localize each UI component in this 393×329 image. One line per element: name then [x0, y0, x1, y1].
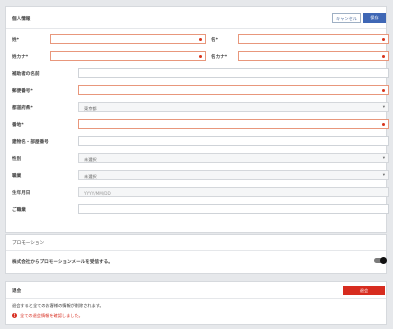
- postal-code-input[interactable]: [78, 85, 389, 95]
- save-button[interactable]: 保存: [363, 13, 386, 23]
- divider: [6, 28, 386, 29]
- required-dot-icon: [382, 38, 385, 41]
- chevron-down-icon: ▾: [382, 173, 385, 178]
- required-dot-icon: [382, 55, 385, 58]
- company-name-label: 補助者の名前: [12, 72, 40, 77]
- warning-icon: !: [12, 313, 17, 318]
- remarks-label: ご職業: [12, 208, 26, 213]
- promotion-toggle[interactable]: [374, 257, 387, 264]
- required-dot-icon: [382, 89, 385, 92]
- required-dot-icon: [199, 55, 202, 58]
- last-name-input[interactable]: [50, 34, 206, 44]
- delete-account-button[interactable]: 退会: [343, 286, 385, 295]
- gender-value: 未選択: [84, 156, 97, 162]
- last-kana-input[interactable]: [50, 51, 206, 61]
- occupation-value: 未選択: [84, 173, 97, 179]
- first-kana-label: 名カナ*: [211, 55, 228, 60]
- toggle-knob: [380, 257, 387, 264]
- occupation-label: 職業: [12, 174, 22, 179]
- prefecture-label: 都道府県*: [12, 106, 33, 111]
- company-name-input[interactable]: [78, 68, 389, 78]
- delete-warning: 全ての退会情報を確認しました。: [20, 313, 83, 318]
- delete-note: 退会すると全てのお客様の情報が削除されます。: [12, 303, 104, 308]
- chevron-down-icon: ▾: [382, 156, 385, 161]
- required-dot-icon: [382, 123, 385, 126]
- birthday-label: 生年月日: [12, 191, 31, 196]
- cancel-button[interactable]: キャンセル: [332, 13, 361, 23]
- gender-label: 性別: [12, 157, 22, 162]
- prefecture-select[interactable]: 東京都 ▾: [78, 102, 389, 112]
- address-label: 番地*: [12, 123, 24, 128]
- personal-info-title: 個人情報: [12, 17, 31, 22]
- promotion-text: 株式会社からプロモーションメールを受信する。: [12, 260, 113, 265]
- first-name-input[interactable]: [238, 34, 389, 44]
- delete-account-card: 退会 退会 退会すると全てのお客様の情報が削除されます。 ! 全ての退会情報を確…: [5, 281, 387, 325]
- chevron-down-icon: ▾: [382, 105, 385, 110]
- occupation-select[interactable]: 未選択 ▾: [78, 170, 389, 180]
- first-kana-input[interactable]: [238, 51, 389, 61]
- building-room-label: 建物名・部屋番号: [12, 140, 49, 145]
- promotion-title: プロモーション: [12, 241, 45, 246]
- personal-info-card: 個人情報 キャンセル 保存 姓* 名* 姓カナ* 名カナ* 補助者の名前 郵便番…: [5, 6, 389, 233]
- address-input[interactable]: [78, 119, 389, 129]
- last-name-label: 姓*: [12, 38, 19, 43]
- prefecture-value: 東京都: [84, 105, 97, 111]
- promotion-card: プロモーション 株式会社からプロモーションメールを受信する。: [5, 234, 387, 274]
- postal-code-label: 郵便番号*: [12, 89, 33, 94]
- first-name-label: 名*: [211, 38, 218, 43]
- required-dot-icon: [199, 38, 202, 41]
- last-kana-label: 姓カナ*: [12, 55, 29, 60]
- birthday-placeholder: YYYY/MM/DD: [84, 190, 111, 196]
- birthday-input[interactable]: YYYY/MM/DD: [78, 187, 389, 197]
- gender-select[interactable]: 未選択 ▾: [78, 153, 389, 163]
- divider: [6, 250, 386, 251]
- building-room-input[interactable]: [78, 136, 389, 146]
- divider: [6, 298, 386, 299]
- remarks-input[interactable]: [78, 204, 389, 214]
- delete-title: 退会: [12, 289, 22, 294]
